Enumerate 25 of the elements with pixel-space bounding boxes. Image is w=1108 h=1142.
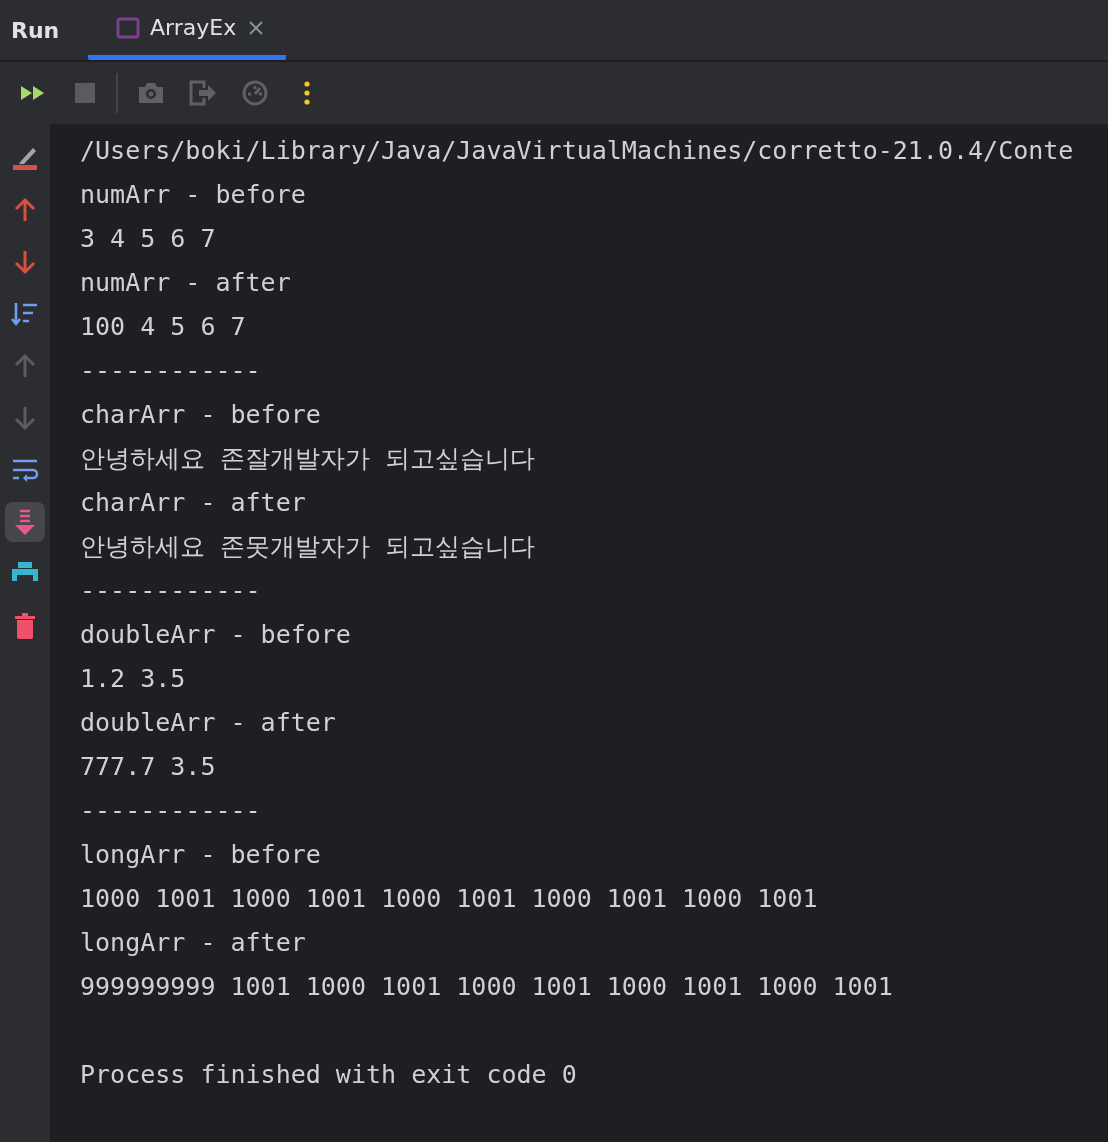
exit-message: Process finished with exit code 0 bbox=[80, 1059, 578, 1091]
console-line: numArr - after bbox=[80, 267, 292, 299]
console-line: charArr - before bbox=[80, 399, 322, 431]
console-line: 3 4 5 6 7 bbox=[80, 223, 217, 255]
console-line: 999999999 1001 1000 1001 1000 1001 1000 1001 1000 1001 bbox=[80, 971, 894, 1003]
scroll-end-icon[interactable] bbox=[5, 502, 45, 542]
console-line: /Users/boki/Library/Java/JavaVirtualMachines/corretto-21.0.4/Conte bbox=[80, 135, 1074, 167]
console-line: 1000 1001 1000 1001 1000 1001 1000 1001 1000 1001 bbox=[80, 883, 819, 915]
console-line: longArr - after bbox=[80, 927, 307, 959]
window-icon bbox=[116, 16, 140, 39]
console-line: ------------ bbox=[80, 575, 262, 607]
console-line: 안녕하세요 존못개발자가 되고싶습니다 bbox=[80, 531, 537, 563]
console-line: numArr - before bbox=[80, 179, 307, 211]
console-line: doubleArr - before bbox=[80, 619, 352, 651]
console-line: 안녕하세요 존잘개발자가 되고싶습니다 bbox=[80, 443, 537, 475]
panel-title: Run bbox=[10, 17, 61, 43]
console-line: ------------ bbox=[80, 355, 262, 387]
console-line: 777.7 3.5 bbox=[80, 751, 217, 783]
console-line: doubleArr - after bbox=[80, 707, 337, 739]
console-line: 100 4 5 6 7 bbox=[80, 311, 247, 343]
console-line: ------------ bbox=[80, 795, 262, 827]
console-line: longArr - before bbox=[80, 839, 322, 871]
close-icon[interactable] bbox=[248, 19, 265, 36]
console-line: 1.2 3.5 bbox=[80, 663, 187, 695]
console-line: charArr - after bbox=[80, 487, 307, 519]
